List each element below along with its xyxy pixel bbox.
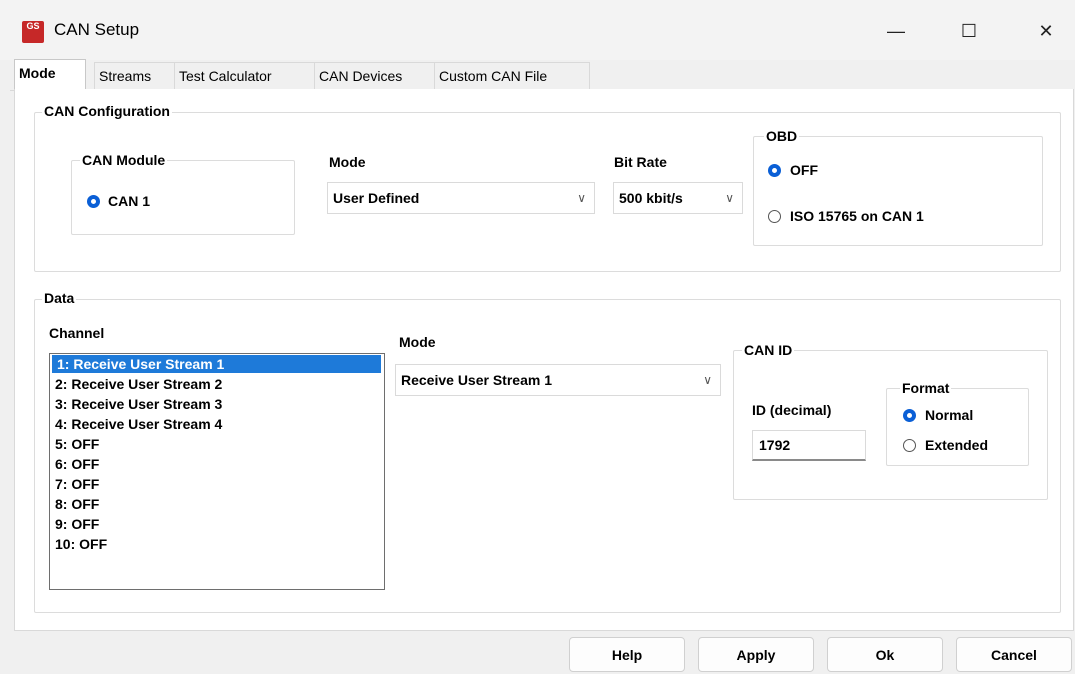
- channel-item-5[interactable]: 5: OFF: [50, 434, 384, 454]
- obd-group: [753, 136, 1043, 246]
- obd-iso-radio[interactable]: [768, 210, 781, 223]
- can-configuration-label: CAN Configuration: [42, 103, 172, 119]
- format-extended-radio[interactable]: [903, 439, 916, 452]
- tab-mode[interactable]: Mode: [14, 59, 86, 91]
- channel-item-10[interactable]: 10: OFF: [50, 534, 384, 554]
- obd-label: OBD: [764, 128, 800, 144]
- channel-item-6[interactable]: 6: OFF: [50, 454, 384, 474]
- obd-iso-label: ISO 15765 on CAN 1: [790, 208, 924, 224]
- data-label: Data: [42, 290, 77, 306]
- channel-item-1[interactable]: 1: Receive User Stream 1: [52, 355, 381, 373]
- tab-test-calculator[interactable]: Test Calculator: [174, 62, 316, 90]
- ok-button[interactable]: Ok: [827, 637, 943, 672]
- format-group: [886, 388, 1029, 466]
- bit-rate-select-value: 500 kbit/s: [619, 190, 683, 206]
- obd-off-radio[interactable]: [768, 164, 781, 177]
- bit-rate-select[interactable]: 500 kbit/s ∨: [613, 182, 743, 214]
- channel-list[interactable]: 1: Receive User Stream 1 2: Receive User…: [49, 353, 385, 590]
- mode-select[interactable]: User Defined ∨: [327, 182, 595, 214]
- mode-select-value: User Defined: [333, 190, 420, 206]
- maximize-icon[interactable]: ☐: [949, 14, 989, 48]
- close-icon[interactable]: ✕: [1026, 14, 1066, 48]
- can1-label: CAN 1: [108, 193, 151, 209]
- data-mode-select-value: Receive User Stream 1: [401, 372, 552, 388]
- app-icon: GS: [22, 21, 44, 43]
- chevron-down-icon: ∨: [577, 191, 586, 205]
- can-id-label: CAN ID: [742, 342, 795, 358]
- chevron-down-icon: ∨: [725, 191, 734, 205]
- data-mode-select[interactable]: Receive User Stream 1 ∨: [395, 364, 721, 396]
- channel-item-9[interactable]: 9: OFF: [50, 514, 384, 534]
- id-decimal-input[interactable]: 1792: [752, 430, 866, 461]
- minimize-icon[interactable]: —: [876, 14, 916, 48]
- mode-label: Mode: [329, 154, 366, 170]
- can-module-label: CAN Module: [80, 152, 168, 168]
- format-label: Format: [900, 380, 952, 396]
- channel-item-7[interactable]: 7: OFF: [50, 474, 384, 494]
- apply-button[interactable]: Apply: [698, 637, 814, 672]
- obd-off-label: OFF: [790, 162, 818, 178]
- channel-item-4[interactable]: 4: Receive User Stream 4: [50, 414, 384, 434]
- format-normal-label: Normal: [925, 407, 974, 423]
- help-button[interactable]: Help: [569, 637, 685, 672]
- can-module-group: [71, 160, 295, 235]
- window-title: CAN Setup: [54, 20, 140, 39]
- id-decimal-label: ID (decimal): [752, 402, 832, 418]
- format-normal-radio[interactable]: [903, 409, 916, 422]
- tab-custom-can-file[interactable]: Custom CAN File: [434, 62, 590, 90]
- channel-item-3[interactable]: 3: Receive User Stream 3: [50, 394, 384, 414]
- data-mode-label: Mode: [399, 334, 436, 350]
- tab-streams[interactable]: Streams: [94, 62, 176, 90]
- chevron-down-icon: ∨: [703, 373, 712, 387]
- cancel-button[interactable]: Cancel: [956, 637, 1072, 672]
- can1-radio[interactable]: [87, 195, 100, 208]
- channel-item-8[interactable]: 8: OFF: [50, 494, 384, 514]
- channel-item-2[interactable]: 2: Receive User Stream 2: [50, 374, 384, 394]
- format-extended-label: Extended: [925, 437, 989, 453]
- bit-rate-label: Bit Rate: [614, 154, 667, 170]
- channel-label: Channel: [49, 325, 105, 341]
- tab-can-devices[interactable]: CAN Devices: [314, 62, 440, 90]
